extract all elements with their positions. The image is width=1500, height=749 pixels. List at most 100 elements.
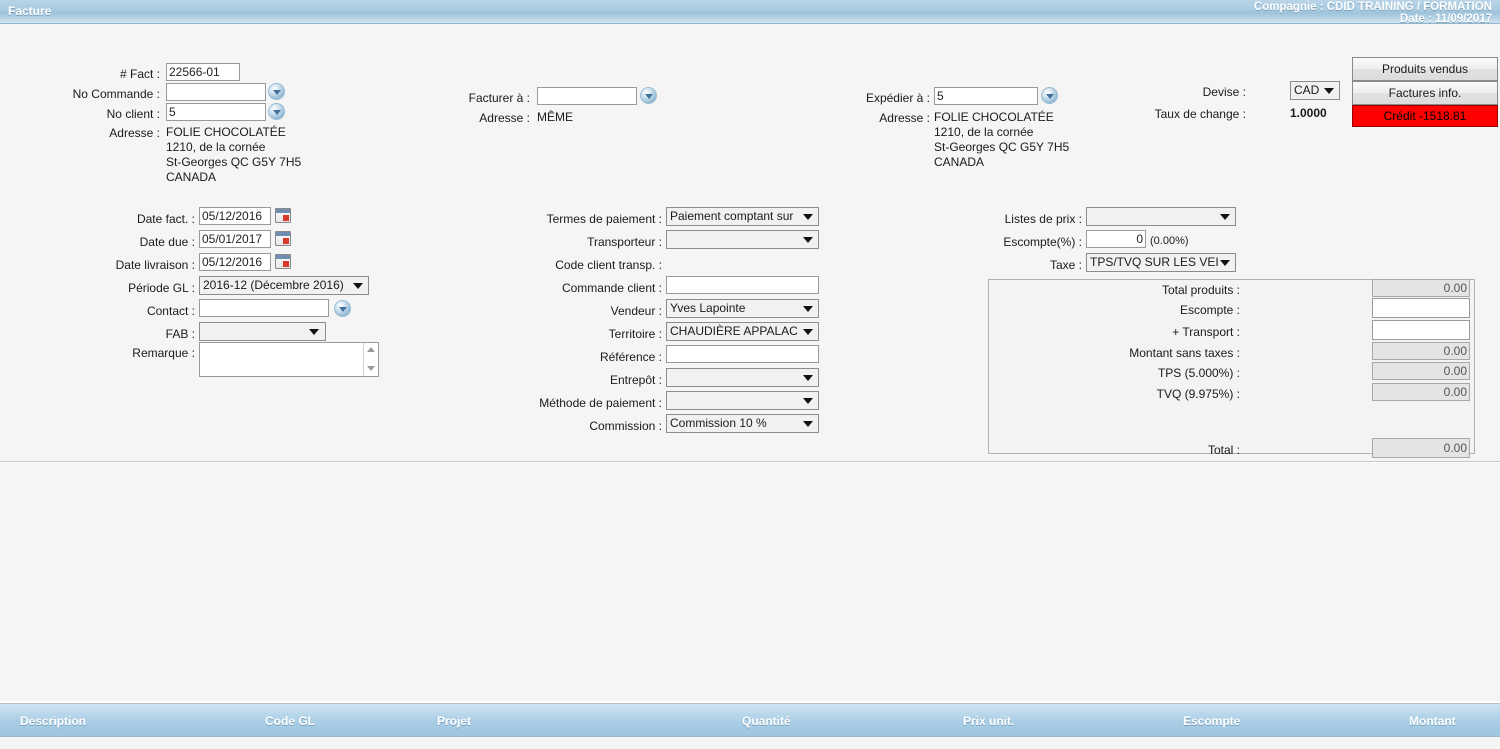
facturer-a-dropdown-icon[interactable] (640, 87, 657, 104)
address-line: FOLIE CHOCOLATÉE (934, 110, 1054, 124)
expedier-a-input[interactable] (934, 87, 1038, 105)
column-header-escompte[interactable]: Escompte (1183, 714, 1240, 728)
facturer-adresse-value: MÊME (537, 110, 573, 124)
date-due-label: Date due : (139, 235, 195, 249)
transport-input[interactable] (1372, 320, 1470, 340)
transporteur-label: Transporteur : (587, 235, 662, 249)
column-header-projet[interactable]: Projet (437, 714, 471, 728)
taxe-select[interactable]: TPS/TVQ SUR LES VEI (1086, 253, 1236, 272)
credit-button[interactable]: Crédit -1518.81 (1352, 105, 1498, 127)
reference-label: Référence : (599, 350, 662, 364)
date-livraison-input[interactable] (199, 253, 271, 271)
vendeur-label: Vendeur : (610, 304, 662, 318)
periode-gl-label: Période GL : (128, 281, 195, 295)
facturer-a-input[interactable] (537, 87, 637, 105)
fact-no-label: # Fact : (119, 67, 160, 81)
no-commande-label: No Commande : (72, 87, 160, 101)
expedier-adresse-label: Adresse : (879, 111, 930, 125)
escompte-total-input[interactable] (1372, 298, 1470, 318)
contact-dropdown-icon[interactable] (334, 300, 351, 317)
periode-gl-select[interactable]: 2016-12 (Décembre 2016) (199, 276, 369, 295)
territoire-label: Territoire : (608, 327, 662, 341)
remarque-label: Remarque : (132, 346, 195, 360)
expedier-a-dropdown-icon[interactable] (1041, 87, 1058, 104)
code-client-transp-label: Code client transp. : (555, 258, 662, 272)
fact-no-input[interactable] (166, 63, 240, 81)
no-client-label: No client : (106, 107, 160, 121)
address-line: CANADA (166, 170, 217, 184)
total-produits-label: Total produits : (1161, 283, 1240, 297)
address-line: 1210, de la cornée (934, 125, 1034, 139)
calendar-icon[interactable] (275, 254, 291, 269)
calendar-icon[interactable] (275, 231, 291, 246)
window-titlebar: Facture Compagnie : CDID TRAINING / FORM… (0, 0, 1500, 25)
methode-paiement-label: Méthode de paiement : (539, 396, 662, 410)
escompte-pct-label: Escompte(%) : (1003, 235, 1082, 249)
escompte-pct-suffix: (0.00%) (1150, 235, 1189, 247)
factures-info-button[interactable]: Factures info. (1352, 81, 1498, 105)
date-livraison-label: Date livraison : (115, 258, 195, 272)
total-produits-value (1372, 279, 1470, 297)
tps-value (1372, 362, 1470, 380)
methode-paiement-select[interactable] (666, 391, 819, 410)
total-label: Total : (1207, 443, 1240, 457)
contact-input[interactable] (199, 299, 329, 317)
montant-sans-taxes-label: Montant sans taxes : (1129, 346, 1240, 360)
window-title: Facture (8, 4, 52, 18)
commande-client-input[interactable] (666, 276, 819, 294)
expedier-address: FOLIE CHOCOLATÉE 1210, de la cornée St-G… (934, 110, 1069, 170)
client-address: FOLIE CHOCOLATÉE 1210, de la cornée St-G… (166, 125, 301, 185)
territoire-select[interactable]: CHAUDIÈRE APPALAC (666, 322, 819, 341)
column-header-prix-unit[interactable]: Prix unit. (963, 714, 1014, 728)
produits-vendus-button[interactable]: Produits vendus (1352, 57, 1498, 81)
address-line: CANADA (934, 155, 985, 169)
address-line: St-Georges QC G5Y 7H5 (934, 140, 1070, 154)
address-line: FOLIE CHOCOLATÉE (166, 125, 286, 139)
taux-label: Taux de change : (1154, 107, 1246, 121)
devise-label: Devise : (1202, 85, 1246, 99)
contact-label: Contact : (146, 304, 195, 318)
escompte-label: Escompte : (1179, 303, 1240, 317)
taux-value: 1.0000 (1290, 106, 1327, 120)
client-adresse-label: Adresse : (109, 126, 160, 140)
column-header-montant[interactable]: Montant (1409, 714, 1456, 728)
devise-select[interactable]: CAD (1290, 81, 1340, 100)
line-items-grid-header: Description Code GL Projet Quantité Prix… (0, 703, 1500, 737)
reference-input[interactable] (666, 345, 819, 363)
commission-select[interactable]: Commission 10 % (666, 414, 819, 433)
termes-paiement-select[interactable]: Paiement comptant sur (666, 207, 819, 226)
transporteur-select[interactable] (666, 230, 819, 249)
calendar-icon[interactable] (275, 208, 291, 223)
listes-prix-label: Listes de prix : (1004, 212, 1082, 226)
transport-label: + Transport : (1172, 325, 1240, 339)
vendeur-select[interactable]: Yves Lapointe (666, 299, 819, 318)
column-header-quantite[interactable]: Quantité (742, 714, 791, 728)
tps-label: TPS (5.000%) : (1157, 366, 1240, 380)
address-line: St-Georges QC G5Y 7H5 (166, 155, 302, 169)
no-client-input[interactable] (166, 103, 266, 121)
escompte-pct-input[interactable] (1086, 230, 1146, 248)
date-due-input[interactable] (199, 230, 271, 248)
facturer-a-label: Facturer à : (468, 91, 530, 105)
date-fact-label: Date fact. : (136, 212, 195, 226)
tvq-label: TVQ (9.975%) : (1156, 387, 1240, 401)
montant-sans-taxes-value (1372, 342, 1470, 360)
date-fact-input[interactable] (199, 207, 271, 225)
no-commande-input[interactable] (166, 83, 266, 101)
fab-select[interactable] (199, 322, 326, 341)
remarque-textarea[interactable] (199, 342, 379, 377)
no-client-dropdown-icon[interactable] (268, 103, 285, 120)
company-info: Compagnie : CDID TRAINING / FORMATION Da… (1254, 1, 1492, 25)
invoice-header-panel: # Fact : No Commande : No client : Adres… (0, 24, 1500, 462)
tvq-value (1372, 383, 1470, 401)
listes-prix-select[interactable] (1086, 207, 1236, 226)
entrepot-select[interactable] (666, 368, 819, 387)
column-header-code-gl[interactable]: Code GL (265, 714, 315, 728)
no-commande-dropdown-icon[interactable] (268, 83, 285, 100)
total-value (1372, 438, 1470, 458)
expedier-a-label: Expédier à : (865, 91, 930, 105)
taxe-label: Taxe : (1049, 258, 1082, 272)
termes-paiement-label: Termes de paiement : (546, 212, 662, 226)
column-header-description[interactable]: Description (20, 714, 86, 728)
facturer-adresse-label: Adresse : (479, 111, 530, 125)
